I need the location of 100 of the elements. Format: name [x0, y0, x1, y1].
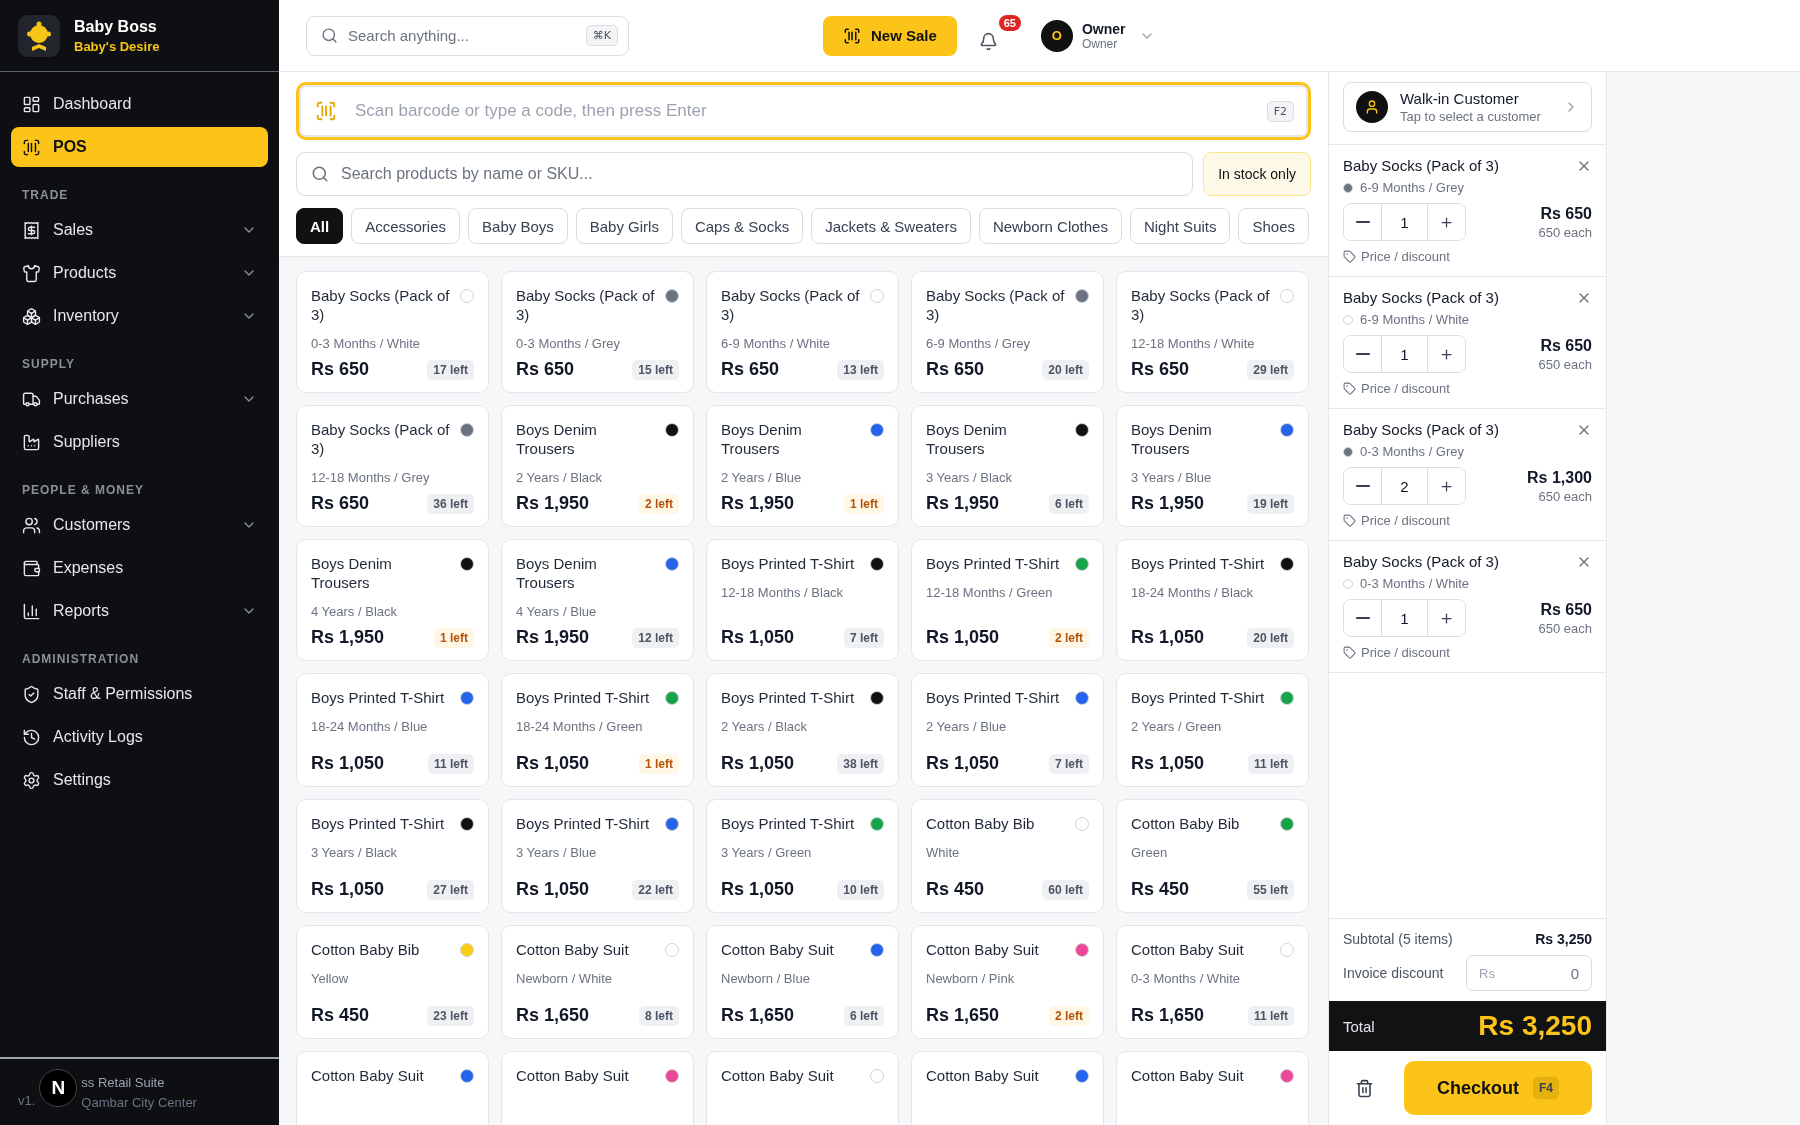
product-card[interactable]: Cotton Baby Bib White Rs 450 60 left: [911, 799, 1104, 913]
cart-item-name: Baby Socks (Pack of 3): [1343, 421, 1499, 438]
product-card[interactable]: Boys Printed T-Shirt 3 Years / Black Rs 1,050 27 left: [296, 799, 489, 913]
cart-item-variant: 0-3 Months / White: [1360, 576, 1470, 591]
nav-item[interactable]: Suppliers: [11, 422, 268, 462]
product-card[interactable]: Boys Printed T-Shirt 12-18 Months / Black Rs 1,050 7 left: [706, 539, 899, 661]
product-card[interactable]: Baby Socks (Pack of 3) 6-9 Months / White Rs 650 13 left: [706, 271, 899, 393]
nav-item[interactable]: Expenses: [11, 548, 268, 588]
nav-item[interactable]: Inventory: [11, 296, 268, 336]
product-card[interactable]: Boys Denim Trousers 4 Years / Blue Rs 1,950 12 left: [501, 539, 694, 661]
product-variant: 3 Years / Blue: [1131, 470, 1213, 485]
product-card[interactable]: Boys Printed T-Shirt 18-24 Months / Black Rs 1,050 20 left: [1116, 539, 1309, 661]
product-card[interactable]: Boys Printed T-Shirt 2 Years / Blue Rs 1,050 7 left: [911, 673, 1104, 787]
product-card[interactable]: Cotton Baby Suit: [1116, 1051, 1309, 1125]
product-card[interactable]: Cotton Baby Suit: [911, 1051, 1104, 1125]
product-card[interactable]: Cotton Baby Suit Newborn / Pink Rs 1,650 2 left: [911, 925, 1104, 1039]
product-price: Rs 1,950: [1131, 493, 1205, 514]
product-card[interactable]: Cotton Baby Suit Newborn / White Rs 1,650 8 left: [501, 925, 694, 1039]
stock-badge: 11 left: [1247, 753, 1294, 774]
category-chip[interactable]: All: [296, 208, 344, 244]
price-discount-link[interactable]: Price / discount: [1343, 249, 1592, 264]
product-name: Cotton Baby Suit: [1131, 1066, 1245, 1085]
product-card[interactable]: Boys Denim Trousers 2 Years / Black Rs 1,950 2 left: [501, 405, 694, 527]
product-card[interactable]: Cotton Baby Suit 0-3 Months / White Rs 1,650 11 left: [1116, 925, 1309, 1039]
product-card[interactable]: Baby Socks (Pack of 3) 0-3 Months / White Rs 650 17 left: [296, 271, 489, 393]
checkout-button[interactable]: Checkout F4: [1404, 1061, 1592, 1115]
product-card[interactable]: Cotton Baby Suit: [706, 1051, 899, 1125]
product-search-field[interactable]: Search products by name or SKU...: [296, 152, 1194, 196]
plus-icon: [1439, 214, 1454, 230]
baby-logo-icon: [18, 14, 60, 57]
global-search-field[interactable]: Search anything... ⌘K: [306, 15, 629, 56]
nav-item[interactable]: Products: [11, 253, 268, 293]
product-card[interactable]: Boys Printed T-Shirt 3 Years / Green Rs 1,050 10 left: [706, 799, 899, 913]
product-card[interactable]: Baby Socks (Pack of 3) 0-3 Months / Grey Rs 650 15 left: [501, 271, 694, 393]
product-card[interactable]: Boys Printed T-Shirt 18-24 Months / Blue Rs 1,050 11 left: [296, 673, 489, 787]
price-discount-link[interactable]: Price / discount: [1343, 513, 1592, 528]
in-stock-toggle[interactable]: In stock only: [1203, 152, 1311, 196]
customer-hint: Tap to select a customer: [1400, 109, 1542, 124]
plus-icon: [1439, 346, 1454, 362]
dev-badge[interactable]: N: [39, 1069, 78, 1107]
product-price: Rs 650: [926, 359, 985, 380]
category-chip[interactable]: Shoes: [1238, 208, 1310, 244]
notification-count: 65: [998, 14, 1021, 31]
product-price: Rs 650: [1131, 359, 1190, 380]
product-card[interactable]: Boys Denim Trousers 3 Years / Blue Rs 1,950 19 left: [1116, 405, 1309, 527]
cart-item-total: Rs 1,300: [1527, 468, 1592, 487]
product-card[interactable]: Baby Socks (Pack of 3) 12-18 Months / White Rs 650 29 left: [1116, 271, 1309, 393]
customer-selector[interactable]: Walk-in Customer Tap to select a customer: [1343, 82, 1592, 132]
category-chip[interactable]: Caps & Socks: [680, 208, 804, 244]
product-card[interactable]: Boys Denim Trousers 2 Years / Blue Rs 1,950 1 left: [706, 405, 899, 527]
category-chip[interactable]: Baby Boys: [468, 208, 568, 244]
nav-item[interactable]: Dashboard: [11, 84, 268, 124]
nav-item[interactable]: Reports: [11, 591, 268, 631]
product-variant: Newborn / Blue: [721, 971, 811, 986]
new-sale-button[interactable]: New Sale: [823, 15, 957, 56]
user-avatar[interactable]: O: [1040, 19, 1073, 52]
product-card[interactable]: Cotton Baby Suit: [501, 1051, 694, 1125]
product-price: Rs 1,050: [721, 879, 795, 900]
user-role: Owner: [1081, 36, 1119, 51]
nav-item[interactable]: Settings: [11, 760, 268, 800]
category-chip[interactable]: Baby Girls: [575, 208, 673, 244]
category-chip[interactable]: Night Suits: [1129, 208, 1231, 244]
product-card[interactable]: Boys Printed T-Shirt 18-24 Months / Green Rs 1,050 1 left: [501, 673, 694, 787]
product-variant: 0-3 Months / White: [311, 336, 422, 351]
product-card[interactable]: Cotton Baby Bib Yellow Rs 450 23 left: [296, 925, 489, 1039]
customer-name: Walk-in Customer: [1400, 90, 1520, 107]
product-card[interactable]: Boys Denim Trousers 4 Years / Black Rs 1,950 1 left: [296, 539, 489, 661]
product-name: Boys Printed T-Shirt: [721, 688, 856, 707]
product-card[interactable]: Baby Socks (Pack of 3) 12-18 Months / Grey Rs 650 36 left: [296, 405, 489, 527]
product-card[interactable]: Boys Printed T-Shirt 3 Years / Blue Rs 1,050 22 left: [501, 799, 694, 913]
category-chip[interactable]: Accessories: [351, 208, 461, 244]
price-discount-link[interactable]: Price / discount: [1343, 381, 1592, 396]
barcode-input-field[interactable]: Scan barcode or type a code, then press Enter F2: [296, 82, 1311, 140]
user-icon: [1364, 99, 1380, 115]
product-card[interactable]: Cotton Baby Suit: [296, 1051, 489, 1125]
product-card[interactable]: Boys Printed T-Shirt 12-18 Months / Green Rs 1,050 2 left: [911, 539, 1104, 661]
category-chip[interactable]: Jackets & Sweaters: [811, 208, 971, 244]
nav-item[interactable]: Staff & Permissions: [11, 674, 268, 714]
discount-field[interactable]: Rs 0: [1466, 955, 1592, 991]
settings-icon: [22, 770, 41, 790]
product-card[interactable]: Baby Socks (Pack of 3) 6-9 Months / Grey Rs 650 20 left: [911, 271, 1104, 393]
nav-item[interactable]: Customers: [11, 505, 268, 545]
nav-item[interactable]: Purchases: [11, 379, 268, 419]
minus-icon: [1355, 353, 1370, 355]
product-card[interactable]: Cotton Baby Bib Green Rs 450 55 left: [1116, 799, 1309, 913]
product-card[interactable]: Cotton Baby Suit Newborn / Blue Rs 1,650 6 left: [706, 925, 899, 1039]
nav-item[interactable]: Activity Logs: [11, 717, 268, 757]
product-card[interactable]: Boys Printed T-Shirt 2 Years / Green Rs 1,050 11 left: [1116, 673, 1309, 787]
product-variant: 6-9 Months / White: [721, 336, 832, 351]
product-variant: 18-24 Months / Black: [1131, 585, 1255, 600]
nav-item[interactable]: Sales: [11, 210, 268, 250]
currency-prefix: Rs: [1479, 965, 1495, 981]
price-discount-link[interactable]: Price / discount: [1343, 645, 1592, 660]
product-variant: White: [926, 845, 961, 860]
product-card[interactable]: Boys Printed T-Shirt 2 Years / Black Rs 1,050 38 left: [706, 673, 899, 787]
category-chip[interactable]: Newborn Clothes: [978, 208, 1122, 244]
product-card[interactable]: Boys Denim Trousers 3 Years / Black Rs 1,950 6 left: [911, 405, 1104, 527]
notifications-button[interactable]: 65: [974, 14, 1021, 57]
nav-label: Inventory: [53, 307, 120, 325]
nav-item[interactable]: POS: [11, 127, 268, 167]
